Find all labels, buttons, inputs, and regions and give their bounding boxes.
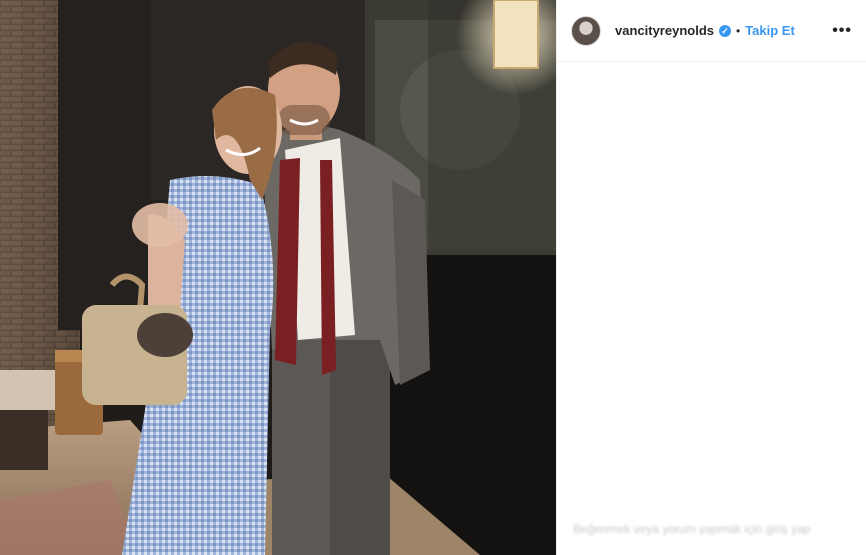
follow-button[interactable]: Takip Et [745,23,795,38]
verified-badge-icon: ✓ [719,24,731,37]
more-options-icon[interactable]: ••• [832,22,852,40]
separator-dot: • [736,23,741,38]
post-sidebar: vancityreynolds ✓ • Takip Et ••• Beğenme… [556,0,866,555]
post-photo[interactable] [0,0,556,555]
login-prompt-text: Beğenmek veya yorum yapmak için giriş ya… [573,522,811,536]
post-photo-image [0,0,556,555]
instagram-post: vancityreynolds ✓ • Takip Et ••• Beğenme… [0,0,866,555]
post-header: vancityreynolds ✓ • Takip Et ••• [557,0,866,62]
username-link[interactable]: vancityreynolds [615,23,714,38]
avatar-icon[interactable] [571,15,601,46]
